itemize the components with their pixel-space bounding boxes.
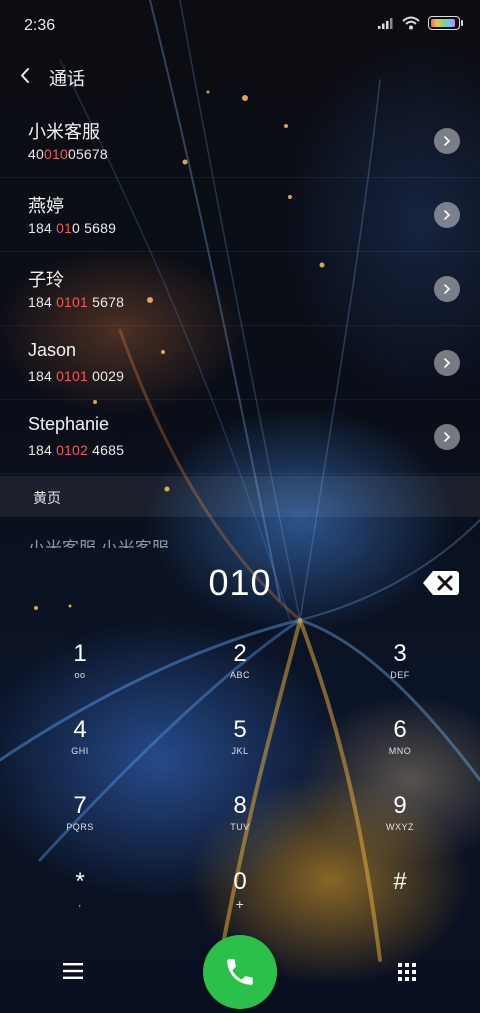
key-letters: TUV: [230, 822, 250, 832]
header: 通话: [0, 58, 480, 98]
key-8[interactable]: 8 TUV: [180, 780, 300, 854]
yellow-pages-row[interactable]: 小米客服 小米客服: [28, 528, 448, 548]
key-digit: 4: [73, 716, 87, 743]
key-letters: MNO: [388, 746, 412, 756]
chevron-right-icon: [444, 210, 451, 220]
key-1[interactable]: 1 oo: [20, 628, 140, 702]
chevron-right-icon: [444, 358, 451, 368]
key-digit: 8: [233, 792, 247, 819]
contact-results-list: 小米客服 4001005678 燕婷 184 010 5689 子玲 184 0…: [0, 104, 480, 474]
dialpad-grid-icon: [398, 963, 416, 981]
signal-icon: [378, 18, 393, 29]
contact-detail-button[interactable]: [434, 350, 460, 376]
yellow-pages-section-header: 黄页: [0, 476, 480, 517]
key-4[interactable]: 4 GHI: [20, 704, 140, 778]
contact-number: 184 0101 0029: [28, 368, 125, 384]
key-digit: 9: [393, 792, 407, 819]
back-button[interactable]: [14, 62, 42, 90]
voicemail-icon: oo: [74, 670, 86, 680]
key-letters: WXYZ: [386, 822, 414, 832]
yellow-pages-row-text: 小米客服 小米客服: [28, 539, 169, 548]
key-7[interactable]: 7 PQRS: [20, 780, 140, 854]
key-6[interactable]: 6 MNO: [340, 704, 460, 778]
key-letters: ABC: [229, 670, 250, 680]
key-2[interactable]: 2 ABC: [180, 628, 300, 702]
key-letters: GHI: [71, 746, 89, 756]
battery-icon: [428, 16, 463, 30]
key-3[interactable]: 3 DEF: [340, 628, 460, 702]
status-icons: [378, 16, 463, 30]
contact-number: 184 010 5689: [28, 220, 117, 236]
contact-row[interactable]: Jason 184 0101 0029: [0, 326, 480, 400]
key-letters: +: [235, 896, 245, 912]
contact-name: Jason: [28, 340, 77, 360]
page-title: 通话: [49, 69, 85, 89]
wifi-icon: [402, 16, 420, 30]
contact-detail-button[interactable]: [434, 128, 460, 154]
key-letters: JKL: [231, 746, 249, 756]
contact-detail-button[interactable]: [434, 276, 460, 302]
key-digit: 5: [233, 716, 247, 743]
key-digit: 3: [393, 640, 407, 667]
key-hash[interactable]: #: [340, 856, 460, 930]
key-digit: 7: [73, 792, 87, 819]
key-digit: 0: [233, 868, 247, 895]
key-digit: #: [393, 868, 407, 895]
contact-number: 4001005678: [28, 146, 108, 162]
contact-detail-button[interactable]: [434, 424, 460, 450]
key-digit: *: [75, 868, 85, 895]
contact-row[interactable]: Stephanie 184 0102 4685: [0, 400, 480, 474]
contact-row[interactable]: 子玲 184 0101 5678: [0, 252, 480, 326]
key-5[interactable]: 5 JKL: [180, 704, 300, 778]
section-title: 黄页: [33, 490, 61, 506]
key-letters: PQRS: [66, 822, 94, 832]
chevron-right-icon: [444, 136, 451, 146]
key-digit: 1: [73, 640, 87, 667]
key-digit: 6: [393, 716, 407, 743]
chevron-left-icon: [21, 68, 29, 83]
key-star[interactable]: * ,: [20, 856, 140, 930]
contact-row[interactable]: 燕婷 184 010 5689: [0, 178, 480, 252]
chevron-right-icon: [444, 432, 451, 442]
hamburger-menu-icon: [63, 963, 83, 979]
contact-detail-button[interactable]: [434, 202, 460, 228]
contact-row[interactable]: 小米客服 4001005678: [0, 104, 480, 178]
dialpad-toggle-button[interactable]: [396, 961, 418, 983]
key-letters: DEF: [390, 670, 410, 680]
dialed-number-display: 010: [208, 562, 272, 603]
phone-icon: [227, 959, 253, 985]
backspace-icon: [423, 571, 459, 595]
key-0[interactable]: 0 +: [180, 856, 300, 930]
contact-name: 小米客服: [28, 122, 100, 142]
backspace-button[interactable]: [422, 568, 460, 598]
chevron-right-icon: [444, 284, 451, 294]
key-9[interactable]: 9 WXYZ: [340, 780, 460, 854]
contact-name: 燕婷: [28, 196, 64, 216]
status-bar: 2:36: [0, 0, 480, 52]
contact-name: Stephanie: [28, 414, 110, 434]
contact-number: 184 0101 5678: [28, 294, 125, 310]
menu-button[interactable]: [62, 962, 84, 980]
key-letters: ,: [78, 898, 82, 908]
call-button[interactable]: [203, 935, 277, 1009]
status-time: 2:36: [24, 17, 56, 34]
contact-number: 184 0102 4685: [28, 442, 125, 458]
key-digit: 2: [233, 640, 247, 667]
contact-name: 子玲: [28, 270, 64, 290]
